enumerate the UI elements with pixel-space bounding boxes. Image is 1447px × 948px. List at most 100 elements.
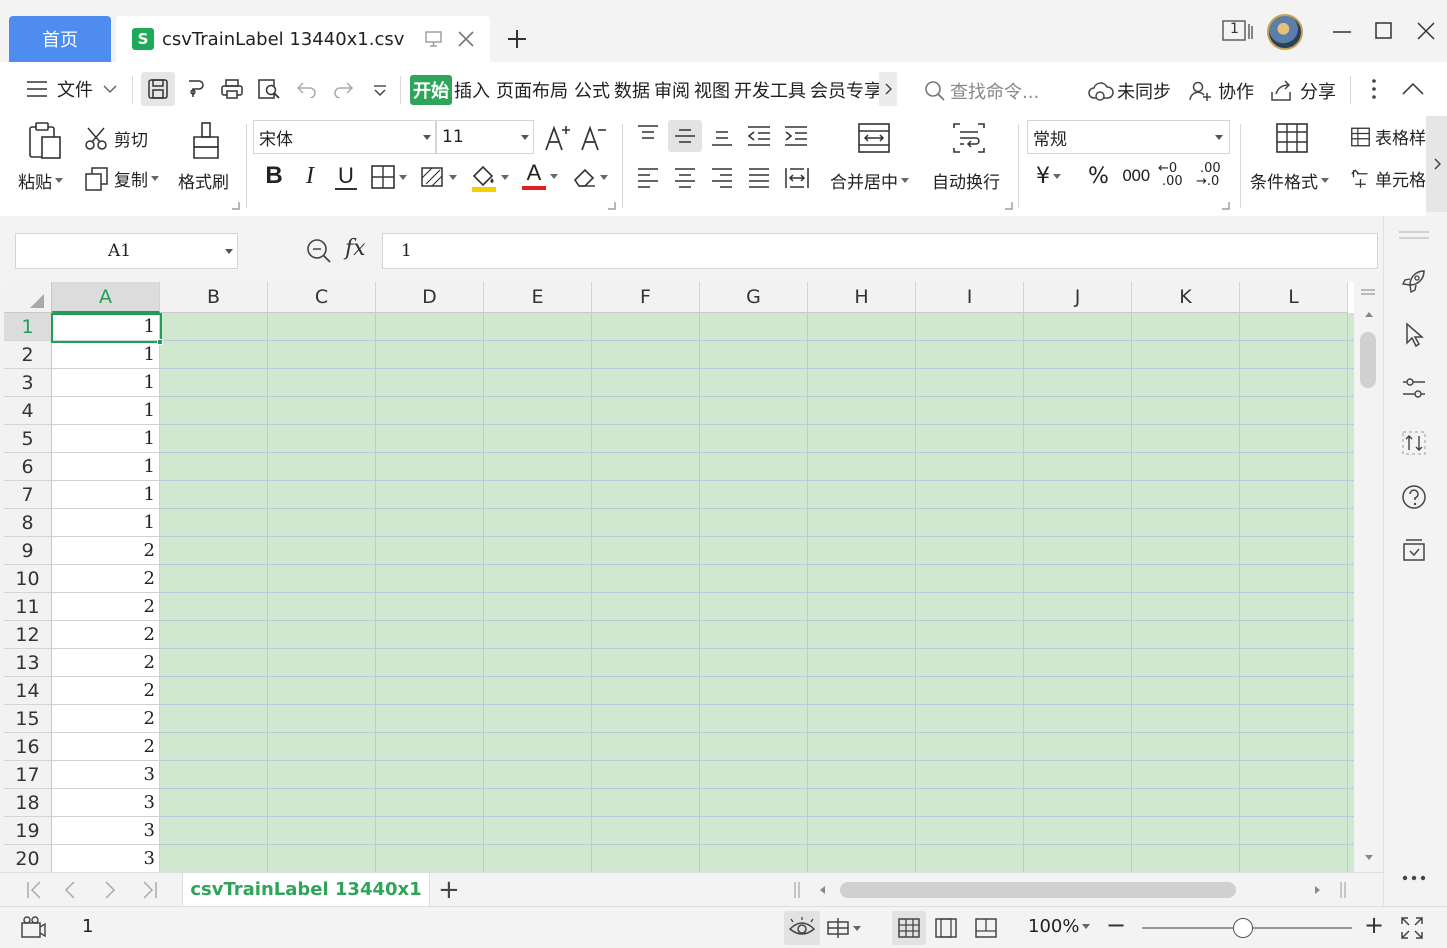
row-header[interactable]: 12 (4, 621, 52, 649)
quick-access-dropdown-icon[interactable] (372, 84, 388, 98)
wrap-text-button[interactable]: 自动换行 (932, 122, 1008, 198)
close-window-icon[interactable] (1417, 22, 1435, 40)
cell-a10[interactable]: 2 (52, 565, 160, 593)
crosshair-view-button[interactable] (826, 917, 861, 939)
fullscreen-icon[interactable] (1400, 916, 1424, 940)
justify-icon[interactable] (747, 166, 771, 190)
row-header[interactable]: 10 (4, 565, 52, 593)
row-header[interactable]: 4 (4, 397, 52, 425)
borders-button[interactable] (370, 164, 407, 190)
share-button[interactable]: 分享 (1270, 78, 1336, 104)
eye-protection-icon[interactable] (784, 911, 820, 945)
zoom-formula-icon[interactable] (306, 238, 332, 264)
select-all-corner[interactable] (4, 282, 52, 313)
insert-function-button[interactable]: fx (345, 236, 366, 261)
column-header-l[interactable]: L (1240, 282, 1348, 313)
underline-button[interactable]: U (332, 162, 360, 192)
row-header[interactable]: 19 (4, 817, 52, 845)
horizontal-scroll-thumb[interactable] (840, 882, 1236, 898)
horizontal-scrollbar[interactable] (810, 879, 1330, 901)
distributed-align-icon[interactable] (784, 166, 810, 190)
cell-fill-pattern-button[interactable] (420, 164, 457, 190)
clear-format-button[interactable] (571, 164, 608, 190)
close-tab-icon[interactable] (456, 29, 476, 49)
panel-grip-icon[interactable] (1398, 230, 1430, 240)
cell-a18[interactable]: 3 (52, 789, 160, 817)
scroll-up-icon[interactable] (1364, 310, 1374, 318)
scroll-thumb[interactable] (1360, 332, 1376, 388)
fill-color-button[interactable] (470, 162, 509, 192)
font-size-select[interactable]: 11 (436, 120, 534, 154)
table-style-button[interactable]: 表格样 (1350, 124, 1426, 149)
increase-indent-icon[interactable] (783, 124, 809, 148)
home-tab[interactable]: 首页 (9, 16, 111, 62)
column-header-c[interactable]: C (268, 282, 376, 313)
align-top-icon[interactable] (636, 124, 660, 146)
column-header-e[interactable]: E (484, 282, 592, 313)
column-header-j[interactable]: J (1024, 282, 1132, 313)
merge-center-button[interactable]: 合并居中 (830, 122, 918, 198)
cell-a4[interactable]: 1 (52, 397, 160, 425)
collapse-ribbon-icon[interactable] (1402, 82, 1424, 96)
page-layout-view-icon[interactable] (934, 917, 958, 939)
print-preview-icon[interactable] (257, 78, 281, 100)
more-options-icon[interactable] (1371, 78, 1377, 100)
cell-a3[interactable]: 1 (52, 369, 160, 397)
row-header[interactable]: 20 (4, 845, 52, 872)
cell-a8[interactable]: 1 (52, 509, 160, 537)
column-header-a[interactable]: A (52, 282, 160, 313)
new-tab-icon[interactable] (506, 28, 528, 50)
row-header[interactable]: 18 (4, 789, 52, 817)
align-middle-icon[interactable] (668, 120, 702, 152)
cell-a13[interactable]: 2 (52, 649, 160, 677)
tab-insert[interactable]: 插入 (454, 77, 490, 103)
decrease-font-icon[interactable] (580, 124, 608, 152)
italic-button[interactable]: I (296, 162, 324, 190)
number-launcher-icon[interactable] (1222, 202, 1230, 210)
cell-a20[interactable]: 3 (52, 845, 160, 872)
vertical-scrollbar[interactable] (1354, 282, 1383, 872)
select-cursor-icon[interactable] (1404, 322, 1426, 348)
tab-developer[interactable]: 开发工具 (734, 77, 806, 103)
collaborate-button[interactable]: 协作 (1188, 78, 1254, 104)
row-header[interactable]: 11 (4, 593, 52, 621)
column-header-g[interactable]: G (700, 282, 808, 313)
cell-style-button[interactable]: 单元格 (1350, 166, 1426, 191)
print-icon[interactable] (220, 78, 244, 100)
help-icon[interactable] (1401, 484, 1427, 510)
align-bottom-icon[interactable] (710, 124, 734, 148)
archive-box-icon[interactable] (1401, 538, 1427, 562)
zoom-in-button[interactable]: + (1364, 911, 1384, 939)
spreadsheet-grid[interactable]: ABCDEFGHIJKL 1 1 2 1 3 1 4 1 5 1 6 1 7 1 8 1 9 2 10 2 11 2 12 2… (4, 282, 1354, 872)
increase-font-icon[interactable] (544, 124, 572, 152)
macro-record-icon[interactable] (20, 915, 46, 939)
more-panel-icon[interactable] (1401, 874, 1427, 882)
row-header[interactable]: 15 (4, 705, 52, 733)
decrease-indent-icon[interactable] (746, 124, 772, 148)
prev-sheet-icon[interactable] (64, 881, 76, 899)
font-name-select[interactable]: 宋体 (253, 120, 436, 154)
currency-button[interactable]: ¥ (1036, 164, 1061, 189)
user-avatar[interactable] (1267, 14, 1303, 50)
column-header-f[interactable]: F (592, 282, 700, 313)
last-sheet-icon[interactable] (142, 881, 158, 899)
paste-button[interactable]: 粘贴 (18, 122, 74, 198)
column-header-h[interactable]: H (808, 282, 916, 313)
scroll-right-icon[interactable] (1314, 885, 1322, 895)
data-transfer-icon[interactable] (1401, 430, 1427, 456)
row-header[interactable]: 6 (4, 453, 52, 481)
row-header[interactable]: 13 (4, 649, 52, 677)
format-painter-small-icon[interactable] (185, 78, 207, 100)
align-center-icon[interactable] (673, 166, 697, 190)
cell-a5[interactable]: 1 (52, 425, 160, 453)
font-color-button[interactable]: A (521, 162, 558, 190)
number-format-select[interactable]: 常规 (1027, 120, 1230, 154)
row-header[interactable]: 1 (4, 313, 52, 341)
sync-status-button[interactable]: 未同步 (1087, 78, 1171, 104)
tab-splitter-icon[interactable] (794, 882, 800, 898)
row-header[interactable]: 7 (4, 481, 52, 509)
formula-input[interactable]: 1 (382, 233, 1378, 269)
conditional-format-button[interactable]: 条件格式 (1250, 122, 1338, 198)
row-header[interactable]: 5 (4, 425, 52, 453)
undo-icon[interactable] (296, 80, 318, 98)
